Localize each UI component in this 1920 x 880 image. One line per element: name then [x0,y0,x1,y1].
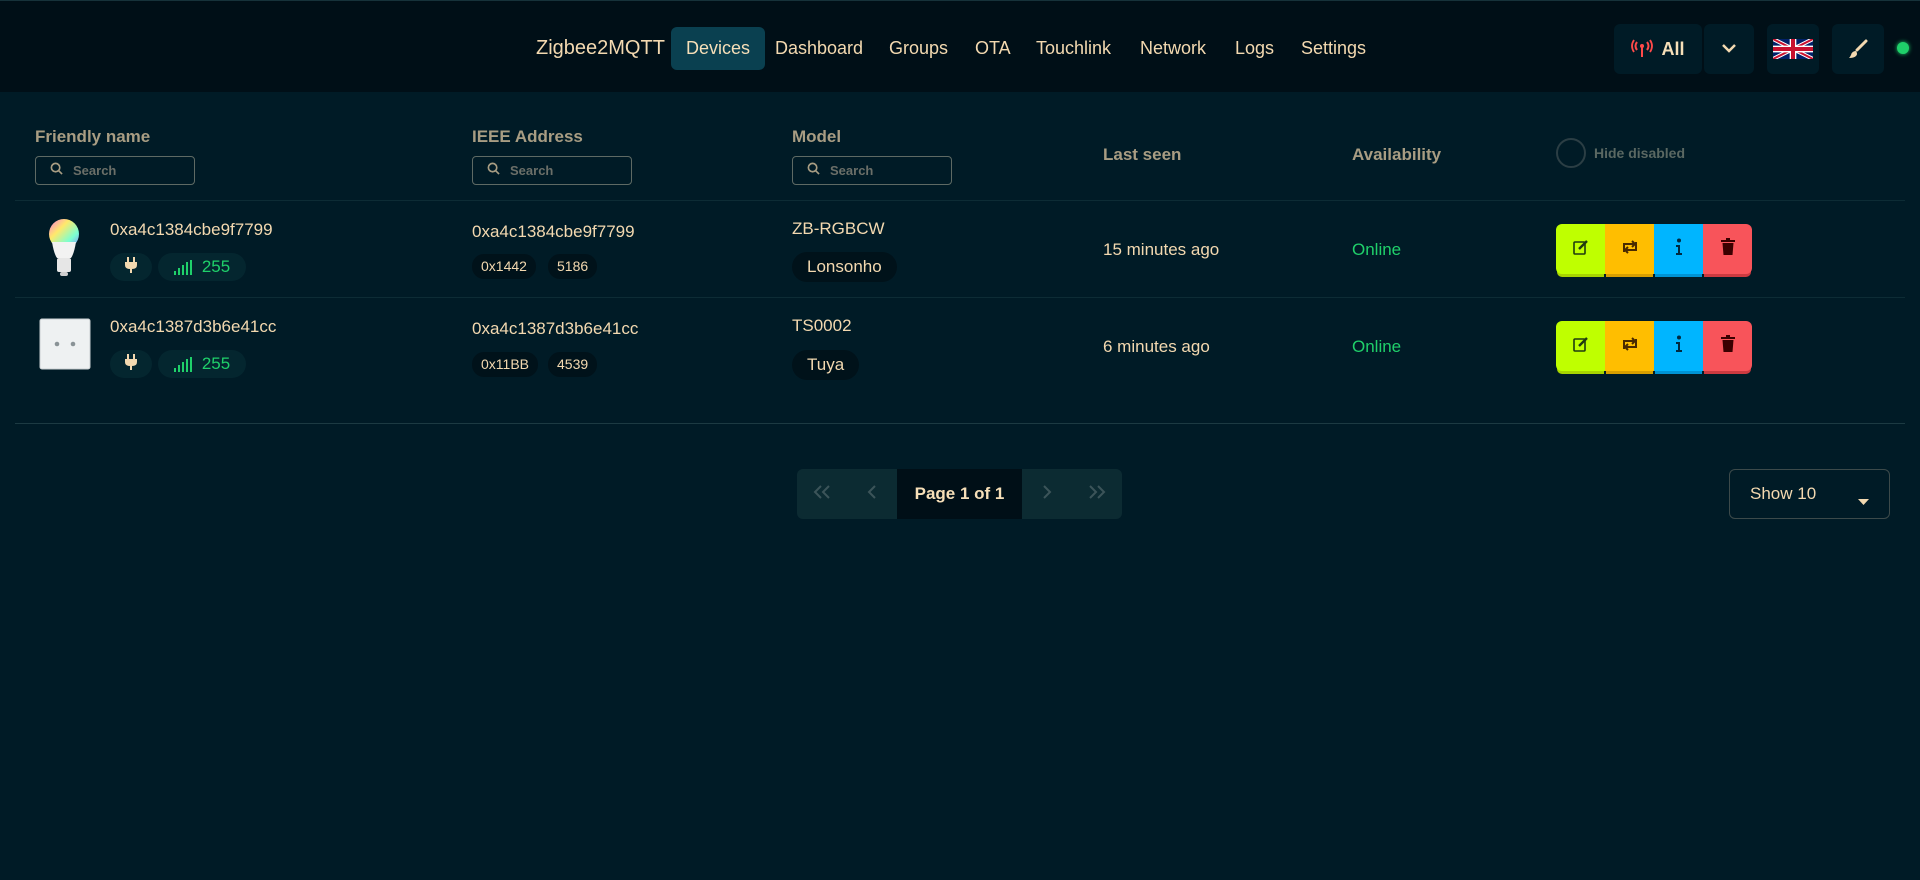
chevron-right-icon [1042,484,1052,504]
switch-icon [39,318,91,375]
search-icon [807,162,820,180]
nav-groups[interactable]: Groups [874,27,963,70]
signal-icon [173,259,194,275]
search-icon [487,162,500,180]
swap-icon [1621,239,1639,260]
friendly-name-search-input[interactable] [73,163,183,178]
plug-icon [124,353,138,375]
ieee-address: 0xa4c1384cbe9f7799 [472,222,635,241]
permit-join-dropdown[interactable] [1704,24,1754,74]
nwk-hex-tag: 0x11BB [472,352,538,377]
vendor-badge: Lonsonho [792,252,897,282]
page-size-select[interactable]: Show 10 [1729,469,1890,519]
theme-button[interactable] [1832,24,1884,74]
plug-icon [124,256,138,278]
info-icon [1675,238,1683,261]
connection-status-dot [1897,42,1909,54]
info-icon [1675,335,1683,358]
last-seen: 15 minutes ago [1103,240,1220,259]
page-size-label: Show 10 [1750,484,1817,503]
double-chevron-left-icon [813,484,831,504]
info-button[interactable] [1654,321,1703,371]
info-button[interactable] [1654,224,1703,274]
bulb-icon [45,218,83,283]
next-page-button[interactable] [1022,469,1072,519]
first-page-button[interactable] [797,469,847,519]
ieee-search-input[interactable] [510,163,620,178]
availability-status: Online [1352,240,1402,259]
edit-icon [1572,336,1589,357]
nwk-dec-tag: 4539 [548,352,598,377]
prev-page-button[interactable] [847,469,897,519]
lqi-value: 255 [201,354,231,373]
lqi-badge: 255 [158,350,246,378]
hide-disabled-label: Hide disabled [1594,145,1686,161]
signal-icon [173,356,194,372]
nav-touchlink[interactable]: Touchlink [1021,27,1126,70]
hide-disabled-toggle[interactable] [1556,138,1586,168]
header-friendly-name[interactable]: Friendly name [35,127,150,147]
vendor-badge: Tuya [792,350,860,380]
lqi-badge: 255 [158,253,246,281]
edit-button[interactable] [1556,224,1605,274]
last-page-button[interactable] [1072,469,1122,519]
header-last-seen[interactable]: Last seen [1103,145,1181,165]
nav-dashboard[interactable]: Dashboard [760,27,878,70]
chevron-left-icon [867,484,877,504]
delete-button[interactable] [1703,321,1752,371]
permit-join-label: All [1661,38,1685,59]
availability-status: Online [1352,337,1402,356]
chevron-down-icon [1721,40,1737,58]
friendly-name-search[interactable] [35,156,195,185]
search-icon [50,162,63,180]
model-search-input[interactable] [830,163,940,178]
device-friendly-name-link[interactable]: 0xa4c1387d3b6e41cc [110,317,276,337]
nav-network[interactable]: Network [1125,27,1221,70]
trash-icon [1720,238,1735,260]
header-availability[interactable]: Availability [1352,145,1441,165]
delete-button[interactable] [1703,224,1752,274]
row-divider [15,297,1905,298]
nwk-hex-tag: 0x1442 [472,254,536,279]
power-source-badge [110,350,152,378]
double-chevron-right-icon [1088,484,1106,504]
last-seen: 6 minutes ago [1103,337,1210,356]
device-friendly-name-link[interactable]: 0xa4c1384cbe9f7799 [110,220,273,240]
trash-icon [1720,335,1735,357]
permit-join-button[interactable]: All [1614,24,1702,74]
antenna-icon [1631,39,1654,59]
nav-devices[interactable]: Devices [671,27,766,70]
brand-title[interactable]: Zigbee2MQTT [536,37,665,60]
ieee-search[interactable] [472,156,632,185]
pagination: Page 1 of 1 [797,469,1122,519]
uk-flag-icon [1773,38,1813,60]
nav-ota[interactable]: OTA [960,27,1026,70]
device-model-link[interactable]: ZB-RGBCW [792,219,885,239]
navbar: Zigbee2MQTT Devices Dashboard Groups OTA… [0,0,1920,92]
language-button[interactable] [1767,24,1819,74]
table-bottom-divider [15,423,1905,424]
header-divider [15,200,1905,201]
nav-logs[interactable]: Logs [1220,27,1289,70]
rename-button[interactable] [1605,321,1654,371]
nav-settings[interactable]: Settings [1286,27,1381,70]
ieee-address: 0xa4c1387d3b6e41cc [472,319,639,338]
paintbrush-icon [1848,39,1868,59]
edit-icon [1572,239,1589,260]
power-source-badge [110,253,152,281]
page-indicator: Page 1 of 1 [897,469,1022,519]
lqi-value: 255 [201,257,231,276]
device-model-link[interactable]: TS0002 [792,316,852,336]
nwk-dec-tag: 5186 [548,254,598,279]
model-search[interactable] [792,156,952,185]
header-ieee-address[interactable]: IEEE Address [472,127,583,147]
swap-icon [1621,336,1639,357]
rename-button[interactable] [1605,224,1654,274]
edit-button[interactable] [1556,321,1605,371]
header-model[interactable]: Model [792,127,841,147]
caret-down-icon [1858,491,1869,511]
